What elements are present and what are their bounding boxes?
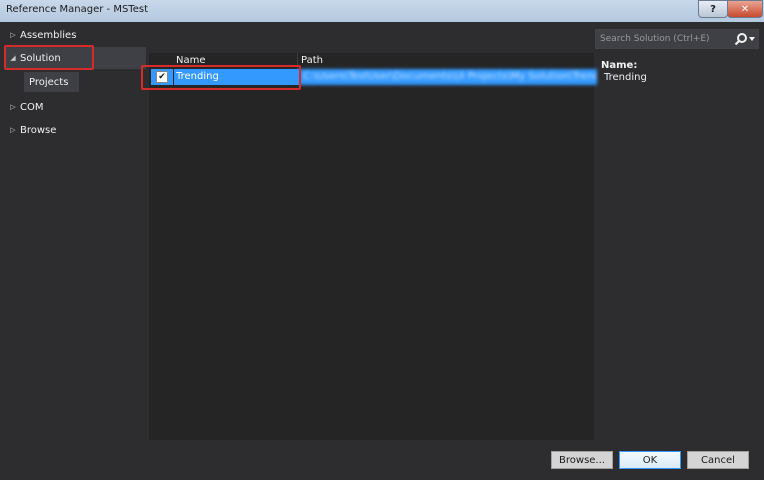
- left-nav: ▷ Assemblies ◢ Solution Projects ▷ COM ▷…: [6, 24, 146, 438]
- nav-item-com[interactable]: ▷ COM: [6, 96, 146, 118]
- close-button[interactable]: ✕: [727, 0, 763, 18]
- title-bar: Reference Manager - MSTest ? ✕: [0, 0, 764, 23]
- window-title: Reference Manager - MSTest: [6, 4, 149, 15]
- column-header-path[interactable]: Path: [301, 55, 323, 66]
- expand-arrow-icon[interactable]: ▷: [6, 31, 20, 39]
- details-pane: Name: Trending: [596, 56, 756, 440]
- nav-item-label: Browse: [20, 124, 57, 136]
- nav-item-label: COM: [20, 101, 44, 113]
- ok-button[interactable]: OK: [619, 451, 681, 469]
- search-box[interactable]: [595, 29, 759, 49]
- browse-button[interactable]: Browse...: [551, 451, 613, 469]
- highlight-box-trending: [141, 65, 301, 90]
- detail-name-label: Name:: [601, 60, 638, 71]
- help-button[interactable]: ?: [698, 0, 728, 18]
- cell-path: C:\Users\TestUser\Documents\UI Projects\…: [299, 69, 597, 85]
- expand-arrow-icon[interactable]: ▷: [6, 103, 20, 111]
- search-icon[interactable]: [734, 32, 748, 46]
- nav-item-browse[interactable]: ▷ Browse: [6, 119, 146, 141]
- search-input[interactable]: [596, 30, 734, 48]
- close-icon: ✕: [740, 3, 750, 15]
- cancel-button[interactable]: Cancel: [687, 451, 749, 469]
- nav-subitem-projects[interactable]: Projects: [24, 72, 79, 92]
- nav-item-assemblies[interactable]: ▷ Assemblies: [6, 24, 146, 46]
- detail-name-value: Trending: [604, 72, 647, 83]
- nav-subitem-label: Projects: [29, 76, 69, 88]
- reference-grid: Name Path ✔ Trending C:\Users\TestUser\D…: [149, 53, 597, 440]
- help-icon: ?: [710, 3, 716, 15]
- chevron-down-icon[interactable]: [749, 36, 755, 42]
- nav-item-label: Assemblies: [20, 29, 77, 41]
- expand-arrow-icon[interactable]: ▷: [6, 126, 20, 134]
- highlight-box-solution: [4, 45, 94, 70]
